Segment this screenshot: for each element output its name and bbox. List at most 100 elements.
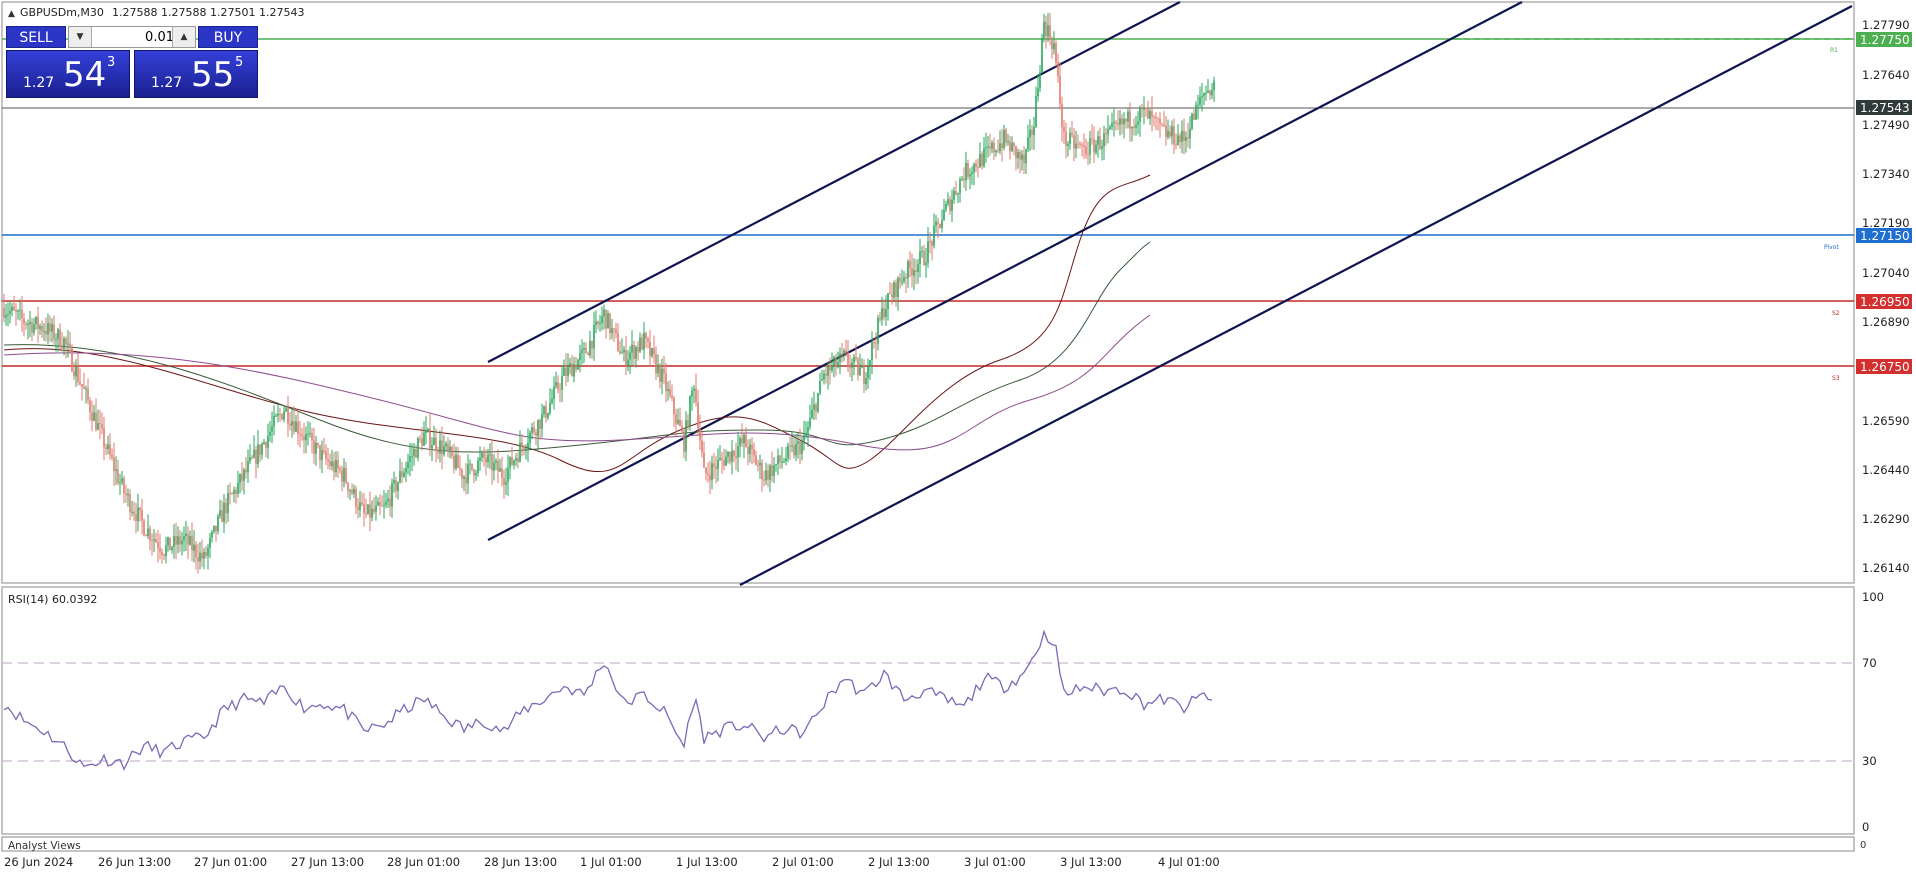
candle-body [343, 467, 345, 482]
candle-body [155, 539, 157, 543]
candle-body [1175, 144, 1177, 146]
candle-body [221, 510, 223, 522]
candle-body [1139, 107, 1141, 122]
time-tick: 4 Jul 01:00 [1158, 855, 1220, 869]
candle-body [433, 437, 435, 446]
time-tick: 2 Jul 13:00 [868, 855, 930, 869]
candle-body [743, 434, 745, 444]
candle-body [829, 365, 831, 371]
candle-body [335, 459, 337, 473]
candle-body [507, 467, 509, 483]
candle-body [311, 432, 313, 441]
buy-price-quote[interactable]: 1.27 55 5 [134, 50, 258, 98]
candle-body [907, 261, 909, 279]
candle-body [851, 362, 853, 368]
candle-body [997, 150, 999, 152]
candle-body [81, 384, 83, 387]
candle-body [439, 440, 441, 453]
chevron-down-icon[interactable]: ▼ [69, 27, 92, 47]
candle-body [245, 469, 247, 473]
candle-body [775, 464, 777, 466]
candle-body [873, 341, 875, 344]
candle-body [419, 438, 421, 440]
candle-body [1041, 37, 1043, 73]
candle-body [211, 531, 213, 538]
candle-body [825, 373, 827, 376]
candle-body [535, 432, 537, 436]
time-tick: 26 Jun 13:00 [98, 855, 171, 869]
sell-price-quote[interactable]: 1.27 54 3 [6, 50, 130, 98]
candle-body [1119, 118, 1121, 125]
candle-body [355, 488, 357, 508]
candle-body [549, 402, 551, 414]
channel-middle-line[interactable] [487, 1, 1523, 541]
candle-body [1061, 104, 1063, 128]
analyst-panel-frame [1, 836, 1855, 852]
candle-body [767, 470, 769, 480]
candle-body [341, 470, 343, 482]
candle-body [697, 402, 699, 429]
candle-body [801, 441, 803, 455]
candle-body [547, 413, 549, 418]
candle-body [643, 332, 645, 350]
candle-body [31, 321, 33, 333]
channel-lower-line[interactable] [739, 5, 1853, 586]
candle-body [645, 332, 647, 339]
candle-body [55, 339, 57, 341]
sell-button[interactable]: SELL [6, 26, 66, 48]
candle-body [1047, 25, 1049, 37]
channel-lines[interactable] [487, 1, 1853, 586]
candle-body [807, 426, 809, 434]
candle-body [701, 440, 703, 453]
candle-body [1021, 154, 1023, 160]
candle-body [29, 321, 31, 324]
candle-body [691, 390, 693, 397]
candle-body [165, 545, 167, 557]
candle-body [913, 270, 915, 276]
buy-button[interactable]: BUY [198, 26, 258, 48]
candle-body [331, 461, 333, 467]
candle-body [1127, 111, 1129, 122]
candle-body [677, 419, 679, 424]
collapse-arrow-icon[interactable]: ▲ [8, 9, 15, 19]
candle-body [5, 314, 7, 318]
candle-body [847, 352, 849, 365]
candle-body [121, 478, 123, 483]
chart-canvas[interactable]: ▲ GBPUSDm,M30 1.27588 1.27588 1.27501 1.… [0, 0, 1916, 874]
candle-body [1135, 124, 1137, 128]
candle-body [463, 476, 465, 479]
candle-body [347, 482, 349, 491]
candle-body [861, 365, 863, 368]
candle-body [715, 466, 717, 470]
candle-body [759, 462, 761, 466]
chevron-up-icon[interactable]: ▲ [172, 27, 195, 47]
candle-body [1029, 129, 1031, 138]
candle-body [1067, 144, 1069, 146]
candle-body [345, 467, 347, 483]
candle-body [981, 153, 983, 167]
candle-body [91, 412, 93, 421]
candle-body [805, 433, 807, 436]
channel-upper-line[interactable] [487, 1, 1181, 363]
price-tick: 1.27790 [1862, 18, 1910, 32]
candle-body [803, 435, 805, 442]
candle-body [541, 414, 543, 429]
candle-body [819, 380, 821, 394]
candle-body [885, 309, 887, 318]
candle-body [301, 434, 303, 437]
candle-body [791, 445, 793, 447]
candle-body [69, 343, 71, 349]
candle-body [1115, 122, 1117, 124]
candle-body [1153, 116, 1155, 118]
candle-body [99, 423, 101, 425]
ma-slow-line [3, 314, 1151, 451]
candle-body [195, 544, 197, 558]
candle-body [481, 453, 483, 458]
candle-body [375, 505, 377, 512]
lot-size-input[interactable] [92, 27, 176, 47]
candle-body [579, 353, 581, 361]
candle-body [749, 444, 751, 455]
candle-body [141, 509, 143, 521]
candle-body [689, 396, 691, 428]
candle-body [249, 457, 251, 462]
